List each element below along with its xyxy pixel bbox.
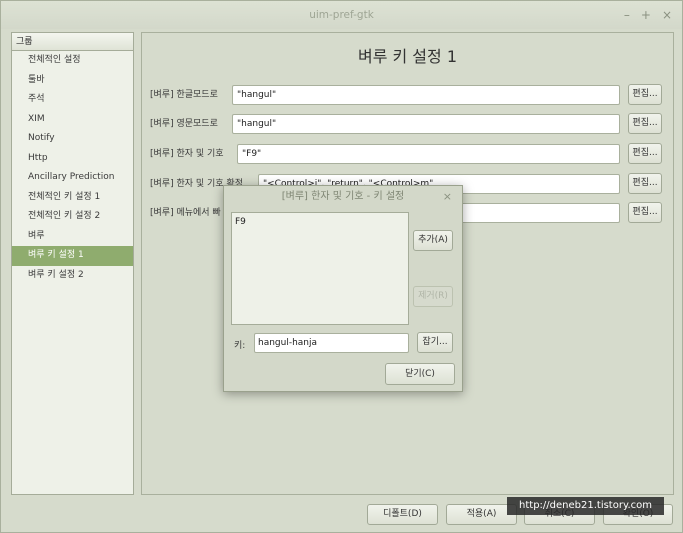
minimize-icon[interactable]: – — [624, 1, 630, 29]
edit-button[interactable]: 편집... — [628, 84, 662, 105]
hanja-field[interactable]: "F9" — [237, 144, 620, 164]
page-title: 벼루 키 설정 1 — [357, 47, 458, 66]
capture-button[interactable]: 잡기... — [417, 332, 453, 353]
key-list[interactable]: F9 — [231, 212, 409, 325]
maximize-icon[interactable]: + — [641, 1, 651, 29]
sidebar-item-ancillary-prediction[interactable]: Ancillary Prediction — [12, 168, 133, 188]
menu-escape-field[interactable] — [460, 203, 620, 223]
remove-button[interactable]: 제거(R) — [413, 286, 453, 307]
sidebar-item-toolbar[interactable]: 툴바 — [12, 71, 133, 91]
english-mode-field[interactable]: "hangul" — [232, 114, 620, 134]
sidebar-item-xim[interactable]: XIM — [12, 110, 133, 130]
sidebar-item-notify[interactable]: Notify — [12, 129, 133, 149]
edit-button[interactable]: 편집... — [628, 113, 662, 134]
list-item[interactable]: F9 — [232, 213, 408, 227]
window-title: uim-pref-gtk — [309, 9, 374, 21]
setting-label: [벼루] 한자 및 기호 — [150, 149, 224, 159]
add-button[interactable]: 추가(A) — [413, 230, 453, 251]
close-icon[interactable]: × — [662, 1, 672, 29]
sidebar-item-byeoru[interactable]: 벼루 — [12, 227, 133, 247]
setting-label: [벼루] 메뉴에서 빠 — [150, 208, 221, 218]
sidebar-item-annotation[interactable]: 주석 — [12, 90, 133, 110]
close-button[interactable]: 닫기(C) — [385, 363, 455, 385]
hangul-mode-field[interactable]: "hangul" — [232, 85, 620, 105]
key-label: 키: — [234, 341, 246, 351]
key-input[interactable]: hangul-hanja — [254, 333, 409, 353]
watermark: http://deneb21.tistory.com — [507, 497, 664, 515]
sidebar-item-http[interactable]: Http — [12, 149, 133, 169]
sidebar-item-byeoru-keys-1[interactable]: 벼루 키 설정 1 — [12, 246, 133, 266]
sidebar-header[interactable]: 그룹 — [12, 33, 133, 51]
close-icon[interactable]: × — [443, 186, 452, 208]
default-button[interactable]: 디폴트(D) — [367, 504, 438, 525]
title-bar[interactable]: uim-pref-gtk – + × — [1, 1, 682, 29]
edit-button[interactable]: 편집... — [628, 173, 662, 194]
sidebar-item-general[interactable]: 전체적인 설정 — [12, 51, 133, 71]
sidebar-item-global-keys-1[interactable]: 전체적인 키 설정 1 — [12, 188, 133, 208]
sidebar-item-global-keys-2[interactable]: 전체적인 키 설정 2 — [12, 207, 133, 227]
edit-button[interactable]: 편집... — [628, 202, 662, 223]
key-settings-dialog: [벼루] 한자 및 기호 - 키 설정 × F9 추가(A) 제거(R) 키: … — [223, 185, 463, 392]
preferences-window: uim-pref-gtk – + × 그룹 전체적인 설정 툴바 주석 XIM … — [0, 0, 683, 533]
setting-label: [벼루] 영문모드로 — [150, 119, 218, 129]
setting-label: [벼루] 한글모드로 — [150, 90, 218, 100]
dialog-title[interactable]: [벼루] 한자 및 기호 - 키 설정 — [224, 186, 462, 208]
group-sidebar: 그룹 전체적인 설정 툴바 주석 XIM Notify Http Ancilla… — [11, 32, 134, 495]
sidebar-item-byeoru-keys-2[interactable]: 벼루 키 설정 2 — [12, 266, 133, 286]
edit-button[interactable]: 편집... — [628, 143, 662, 164]
